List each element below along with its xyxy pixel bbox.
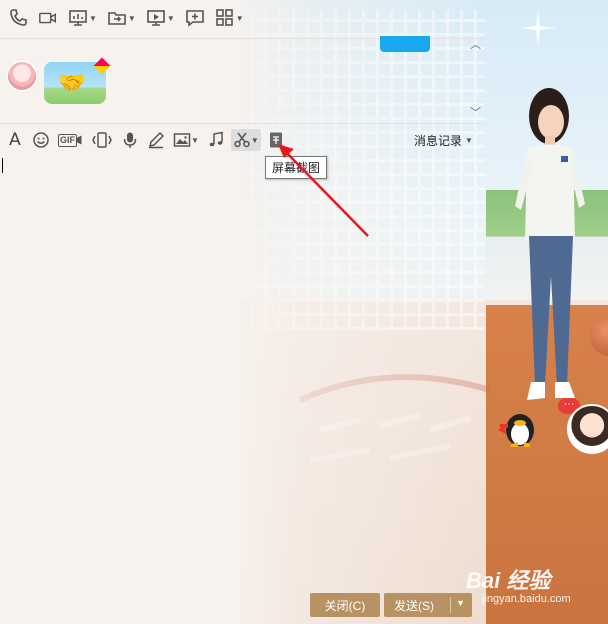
screenshot-button[interactable]: ▼ [230, 129, 261, 151]
image-icon [173, 133, 191, 147]
send-options-chevron-icon[interactable]: ▼ [456, 598, 465, 608]
pencil-icon [148, 131, 165, 149]
phone-icon [10, 9, 27, 26]
chevron-down-icon: ▼ [235, 13, 244, 23]
input-toolbar: A GIF ▼ ▼ [0, 127, 287, 153]
apps-button[interactable]: ▼ [213, 6, 246, 30]
penguin-mascot-icon [498, 414, 534, 447]
arrow-shaft [279, 145, 369, 237]
notification-tab[interactable] [380, 36, 430, 52]
chevron-down-icon: ▼ [250, 135, 259, 145]
divider [450, 597, 451, 613]
collapse-down-icon[interactable]: ﹀ [470, 104, 481, 120]
chevron-down-icon: ▼ [89, 13, 97, 23]
handwriting-button[interactable] [145, 129, 167, 151]
shake-button[interactable] [89, 129, 115, 151]
chevron-down-icon: ▼ [191, 135, 199, 145]
close-button-label: 关闭(C) [324, 598, 366, 613]
new-chat-button[interactable] [183, 6, 207, 30]
red-annotation-arrow [278, 144, 369, 237]
gif-icon: GIF [58, 133, 77, 147]
video-call-icon [39, 12, 56, 24]
top-toolbar: ▼ ▼ ▼ ▼ [0, 0, 262, 36]
handshake-icon: 🤝 [58, 70, 86, 95]
remote-desktop-button[interactable]: ▼ [144, 6, 177, 30]
shake-icon [92, 132, 112, 148]
close-button[interactable]: 关闭(C) [310, 593, 380, 617]
divider [0, 123, 486, 124]
font-button[interactable]: A [4, 129, 26, 151]
font-icon: A [9, 130, 21, 150]
voice-call-button[interactable] [6, 6, 30, 30]
send-button-label: 发送(S) [394, 598, 434, 613]
history-label: 消息记录 [414, 134, 463, 148]
girl-character-image [515, 88, 585, 400]
video-call-button[interactable] [36, 6, 60, 30]
file-transfer-icon [108, 12, 126, 25]
contact-avatar[interactable] [6, 60, 38, 92]
screen-share-icon [69, 10, 87, 26]
watermark-url: jingyan.baidu.com [482, 593, 571, 605]
chevron-down-icon: ▼ [127, 13, 136, 23]
gif-button[interactable]: GIF [56, 129, 85, 151]
apps-grid-icon [215, 9, 233, 26]
text-cursor [2, 158, 3, 173]
collapse-up-icon[interactable]: ︿ [470, 36, 481, 52]
chevron-down-icon: ▼ [166, 13, 175, 23]
send-button[interactable]: 发送(S) ▼ [384, 593, 472, 617]
message-history-button[interactable]: 消息记录 ▼ [414, 132, 473, 149]
chevron-down-icon: ▼ [465, 136, 473, 145]
remote-desktop-icon [147, 10, 165, 26]
file-transfer-button[interactable]: ▼ [105, 6, 138, 30]
arrow-head [278, 144, 294, 158]
screen-share-button[interactable]: ▼ [66, 6, 99, 30]
gif-camera-icon [77, 135, 82, 145]
watermark-main: Bai 经验 [466, 568, 551, 593]
music-button[interactable] [205, 129, 227, 151]
music-note-icon [209, 131, 223, 147]
baidu-jingyan-watermark: Bai 经验 jingyan.baidu.com [466, 563, 606, 611]
sparkle-icon [520, 10, 556, 46]
voice-message-button[interactable] [119, 129, 141, 151]
scissors-icon [234, 132, 250, 148]
emoji-icon [33, 132, 49, 148]
new-chat-icon [185, 10, 204, 27]
emoji-button[interactable] [30, 129, 52, 151]
microphone-icon [123, 132, 137, 148]
image-button[interactable]: ▼ [171, 129, 201, 151]
